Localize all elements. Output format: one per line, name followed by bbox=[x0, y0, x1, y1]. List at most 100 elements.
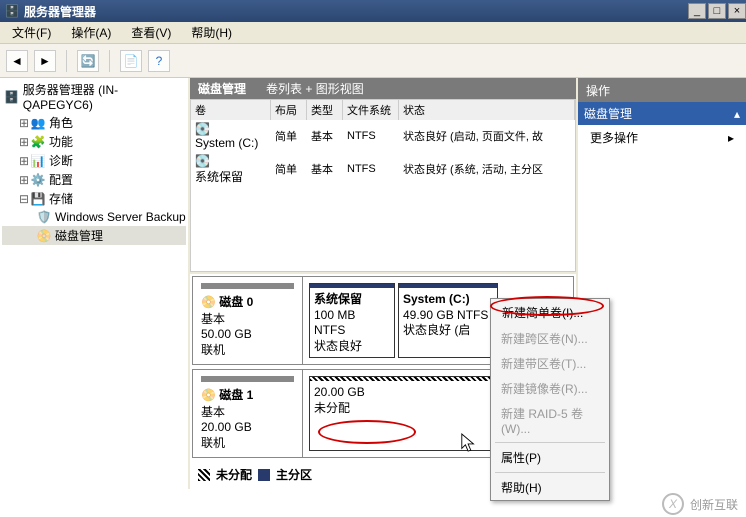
config-icon: ⚙️ bbox=[30, 172, 46, 188]
legend-unalloc-label: 未分配 bbox=[216, 466, 252, 483]
close-button[interactable]: × bbox=[728, 3, 746, 19]
tree-features[interactable]: ⊞ 🧩 功能 bbox=[2, 132, 186, 151]
content-title: 磁盘管理 bbox=[198, 80, 246, 97]
tree-root-label: 服务器管理器 (IN-QAPEGYC6) bbox=[23, 81, 186, 112]
chevron-right-icon: ▸ bbox=[728, 131, 734, 145]
partition-system-reserved[interactable]: 系统保留 100 MB NTFS 状态良好 bbox=[309, 283, 395, 358]
menu-view[interactable]: 查看(V) bbox=[125, 22, 177, 43]
cell-volume: System (C:) bbox=[195, 136, 258, 150]
tree-wsb-label: Windows Server Backup bbox=[55, 210, 186, 224]
disk-color-bar bbox=[201, 376, 294, 382]
help-button[interactable]: ? bbox=[148, 50, 170, 72]
window-titlebar: 🗄️ 服务器管理器 _ □ × bbox=[0, 0, 746, 22]
disk-size: 50.00 GB bbox=[201, 327, 294, 341]
cm-new-striped-volume: 新建带区卷(T)... bbox=[491, 351, 609, 376]
disk-name: 磁盘 0 bbox=[219, 295, 253, 309]
col-layout[interactable]: 布局 bbox=[271, 100, 307, 120]
expand-icon[interactable]: ⊞ bbox=[18, 173, 30, 187]
disk-state: 联机 bbox=[201, 434, 294, 451]
disk-icon: 📀 bbox=[201, 388, 219, 402]
storage-icon: 💾 bbox=[30, 191, 46, 207]
part-status: 状态良好 (启 bbox=[403, 323, 470, 337]
expand-icon[interactable]: ⊞ bbox=[18, 135, 30, 149]
disk-kind: 基本 bbox=[201, 403, 294, 420]
table-row[interactable]: 💽System (C:) 简单 基本 NTFS 状态良好 (启动, 页面文件, … bbox=[191, 120, 575, 152]
part-title: System (C:) bbox=[403, 292, 470, 306]
actions-panel-title: 操作 bbox=[578, 78, 746, 102]
menu-separator bbox=[495, 442, 605, 443]
server-icon: 🗄️ bbox=[4, 89, 20, 105]
col-status[interactable]: 状态 bbox=[399, 100, 575, 120]
window-title: 服务器管理器 bbox=[24, 3, 96, 20]
forward-button[interactable]: ► bbox=[34, 50, 56, 72]
watermark-label: 创新互联 bbox=[690, 496, 738, 513]
menu-file[interactable]: 文件(F) bbox=[6, 22, 57, 43]
cell-fs: NTFS bbox=[343, 161, 399, 177]
expand-icon[interactable]: ⊞ bbox=[18, 116, 30, 130]
volume-table: 卷 布局 类型 文件系统 状态 💽System (C:) 简单 基本 NTFS … bbox=[190, 99, 576, 272]
cm-new-mirrored-volume: 新建镜像卷(R)... bbox=[491, 376, 609, 401]
tree-roles[interactable]: ⊞ 👥 角色 bbox=[2, 113, 186, 132]
chevron-up-icon: ▴ bbox=[734, 107, 740, 121]
tree-roles-label: 角色 bbox=[49, 114, 73, 131]
disk-state: 联机 bbox=[201, 341, 294, 358]
menu-help[interactable]: 帮助(H) bbox=[185, 22, 238, 43]
volume-icon: 💽 bbox=[195, 122, 211, 136]
table-row[interactable]: 💽系统保留 简单 基本 NTFS 状态良好 (系统, 活动, 主分区 bbox=[191, 152, 575, 187]
minimize-button[interactable]: _ bbox=[688, 3, 706, 19]
tree-root[interactable]: 🗄️ 服务器管理器 (IN-QAPEGYC6) bbox=[2, 80, 186, 113]
actions-panel-selected[interactable]: 磁盘管理 ▴ bbox=[578, 102, 746, 125]
tree-features-label: 功能 bbox=[49, 133, 73, 150]
tree-diagnostics-label: 诊断 bbox=[49, 152, 73, 169]
col-volume[interactable]: 卷 bbox=[191, 100, 271, 120]
toolbar-separator bbox=[66, 50, 67, 72]
maximize-button[interactable]: □ bbox=[708, 3, 726, 19]
cm-new-simple-volume[interactable]: 新建简单卷(I)... bbox=[491, 299, 609, 326]
tree-diskmgmt-label: 磁盘管理 bbox=[55, 227, 103, 244]
part-size: 49.90 GB NTFS bbox=[403, 308, 488, 322]
back-button[interactable]: ◄ bbox=[6, 50, 28, 72]
cell-status: 状态良好 (启动, 页面文件, 故 bbox=[399, 126, 575, 146]
disk-kind: 基本 bbox=[201, 310, 294, 327]
cursor-icon bbox=[460, 432, 478, 454]
content-header: 磁盘管理 卷列表 + 图形视图 bbox=[190, 78, 576, 99]
watermark: X 创新互联 bbox=[662, 493, 738, 515]
cm-help[interactable]: 帮助(H) bbox=[491, 475, 609, 500]
actions-more[interactable]: 更多操作 ▸ bbox=[578, 125, 746, 150]
col-type[interactable]: 类型 bbox=[307, 100, 343, 120]
legend-primary-label: 主分区 bbox=[276, 466, 312, 483]
partition-system-c[interactable]: System (C:) 49.90 GB NTFS 状态良好 (启 bbox=[398, 283, 498, 358]
cm-new-raid5-volume: 新建 RAID-5 卷(W)... bbox=[491, 401, 609, 440]
properties-button[interactable]: 📄 bbox=[120, 50, 142, 72]
tree-storage-label: 存储 bbox=[49, 190, 73, 207]
watermark-logo-icon: X bbox=[662, 493, 684, 515]
nav-tree: 🗄️ 服务器管理器 (IN-QAPEGYC6) ⊞ 👥 角色 ⊞ 🧩 功能 ⊞ … bbox=[0, 78, 190, 489]
menu-action[interactable]: 操作(A) bbox=[65, 22, 117, 43]
menubar: 文件(F) 操作(A) 查看(V) 帮助(H) bbox=[0, 22, 746, 44]
part-size: 20.00 GB bbox=[314, 385, 365, 399]
legend-swatch-unalloc bbox=[198, 469, 210, 481]
backup-icon: 🛡️ bbox=[36, 209, 52, 225]
tree-diagnostics[interactable]: ⊞ 📊 诊断 bbox=[2, 151, 186, 170]
cm-properties[interactable]: 属性(P) bbox=[491, 445, 609, 470]
context-menu: 新建简单卷(I)... 新建跨区卷(N)... 新建带区卷(T)... 新建镜像… bbox=[490, 298, 610, 501]
app-icon: 🗄️ bbox=[4, 3, 20, 19]
part-size: 100 MB NTFS bbox=[314, 308, 355, 338]
part-title: 系统保留 bbox=[314, 292, 362, 306]
refresh-button[interactable]: 🔄 bbox=[77, 50, 99, 72]
disk-size: 20.00 GB bbox=[201, 420, 294, 434]
tree-wsb[interactable]: 🛡️ Windows Server Backup bbox=[2, 208, 186, 226]
toolbar: ◄ ► 🔄 📄 ? bbox=[0, 44, 746, 78]
tree-storage[interactable]: ⊟ 💾 存储 bbox=[2, 189, 186, 208]
diagnostics-icon: 📊 bbox=[30, 153, 46, 169]
tree-config-label: 配置 bbox=[49, 171, 73, 188]
disk-info: 📀 磁盘 0 基本 50.00 GB 联机 bbox=[193, 277, 303, 364]
disk-icon: 📀 bbox=[201, 295, 219, 309]
col-fs[interactable]: 文件系统 bbox=[343, 100, 399, 120]
expand-icon[interactable]: ⊞ bbox=[18, 154, 30, 168]
cell-type: 基本 bbox=[307, 126, 343, 146]
part-status: 状态良好 bbox=[314, 339, 362, 353]
collapse-icon[interactable]: ⊟ bbox=[18, 192, 30, 206]
tree-diskmgmt[interactable]: 📀 磁盘管理 bbox=[2, 226, 186, 245]
tree-config[interactable]: ⊞ ⚙️ 配置 bbox=[2, 170, 186, 189]
